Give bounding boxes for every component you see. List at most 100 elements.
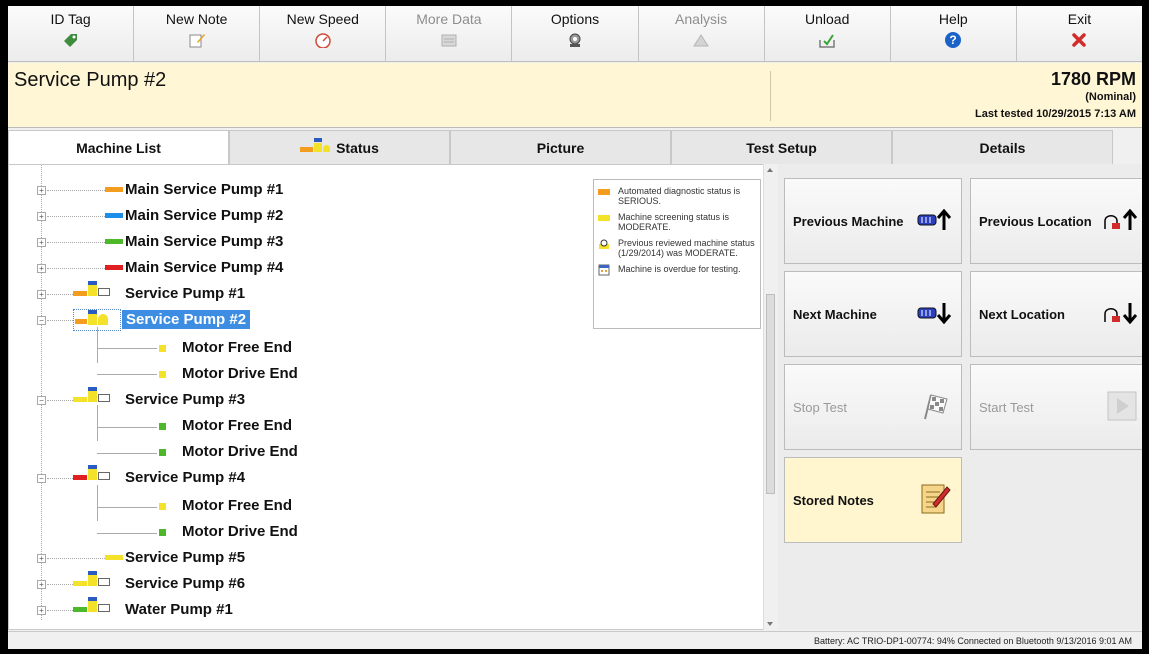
tree-item-label: Water Pump #1 bbox=[125, 601, 233, 618]
tree-branch-line bbox=[97, 485, 98, 521]
scroll-up-icon[interactable] bbox=[767, 168, 773, 172]
machine-header: Service Pump #2 1780 RPM (Nominal) Last … bbox=[8, 63, 1142, 128]
help-button[interactable]: Help ? bbox=[890, 6, 1017, 61]
previous-location-button[interactable]: Previous Location bbox=[970, 178, 1142, 264]
expand-toggle[interactable]: + bbox=[37, 264, 46, 273]
tree-connector bbox=[47, 478, 73, 479]
stored-notes-button[interactable]: Stored Notes bbox=[784, 457, 962, 543]
screening-status-icon bbox=[88, 469, 97, 480]
status-bar-icon bbox=[73, 397, 87, 402]
app-window: ID Tag New Note New Speed More Data Opti… bbox=[8, 6, 1142, 649]
tab-machine-list[interactable]: Machine List bbox=[8, 130, 229, 165]
tab-details[interactable]: Details bbox=[892, 130, 1113, 164]
status-bar-icon bbox=[105, 265, 123, 270]
last-tested: Last tested 10/29/2015 7:13 AM bbox=[974, 108, 1136, 120]
new-speed-button[interactable]: New Speed bbox=[260, 6, 387, 61]
tree-connector bbox=[47, 584, 73, 585]
clock-icon bbox=[98, 314, 108, 325]
tree-connector bbox=[47, 242, 105, 243]
legend-item: Machine is overdue for testing. bbox=[598, 264, 756, 276]
next-location-label: Next Location bbox=[979, 306, 1065, 322]
screening-status-icon bbox=[88, 314, 97, 325]
tree-branch-line bbox=[97, 427, 157, 428]
options-icon bbox=[565, 30, 585, 50]
next-machine-button[interactable]: Next Machine bbox=[784, 271, 962, 357]
stop-test-label: Stop Test bbox=[793, 399, 847, 415]
machine-title: Service Pump #2 bbox=[14, 69, 167, 91]
expand-toggle[interactable]: + bbox=[37, 290, 46, 299]
tag-icon bbox=[61, 30, 81, 50]
tree-connector bbox=[47, 610, 73, 611]
next-location-button[interactable]: Next Location bbox=[970, 271, 1142, 357]
collapse-toggle[interactable]: − bbox=[37, 474, 46, 483]
location-up-icon bbox=[1103, 209, 1137, 231]
stop-test-button[interactable]: Stop Test bbox=[784, 364, 962, 450]
status-bar-icon bbox=[105, 555, 123, 560]
status-indicator-icon bbox=[300, 138, 331, 152]
tree-connector bbox=[47, 268, 105, 269]
status-bar-icon bbox=[73, 607, 87, 612]
tab-status-label: Status bbox=[336, 139, 379, 156]
machine-tree[interactable]: + Main Service Pump #1 + Main Service Pu… bbox=[8, 164, 776, 630]
new-speed-label: New Speed bbox=[286, 11, 359, 27]
review-status-icon bbox=[98, 394, 110, 402]
help-label: Help bbox=[938, 11, 968, 27]
options-button[interactable]: Options bbox=[512, 6, 639, 61]
calendar-icon bbox=[88, 310, 97, 314]
status-bar-icon bbox=[105, 239, 123, 244]
header-divider bbox=[770, 71, 771, 121]
tab-details-label: Details bbox=[979, 139, 1026, 156]
expand-toggle[interactable]: + bbox=[37, 554, 46, 563]
expand-toggle[interactable]: + bbox=[37, 212, 46, 221]
data-icon bbox=[439, 30, 459, 50]
more-data-label: More Data bbox=[416, 11, 482, 27]
tab-picture[interactable]: Picture bbox=[450, 130, 671, 164]
collapse-toggle[interactable]: − bbox=[37, 316, 46, 325]
more-data-button[interactable]: More Data bbox=[386, 6, 513, 61]
previous-machine-button[interactable]: Previous Machine bbox=[784, 178, 962, 264]
tree-scrollbar[interactable] bbox=[763, 164, 776, 630]
analysis-button[interactable]: Analysis bbox=[638, 6, 765, 61]
expand-toggle[interactable]: + bbox=[37, 186, 46, 195]
tree-item-label: Motor Drive End bbox=[182, 365, 298, 382]
screening-status-icon bbox=[88, 285, 97, 296]
review-status-icon bbox=[98, 472, 110, 480]
exit-label: Exit bbox=[1067, 11, 1092, 27]
expand-toggle[interactable]: + bbox=[37, 238, 46, 247]
analysis-label: Analysis bbox=[675, 11, 728, 27]
moderate-swatch-icon bbox=[598, 215, 610, 221]
review-status-icon bbox=[98, 604, 110, 612]
tree-item-label: Main Service Pump #3 bbox=[125, 233, 284, 250]
legend-item: Automated diagnostic status is SERIOUS. bbox=[598, 186, 756, 206]
status-square-icon bbox=[159, 423, 166, 430]
status-bar-icon bbox=[105, 187, 123, 192]
tree-item-label: Service Pump #5 bbox=[125, 549, 246, 566]
tab-test-setup[interactable]: Test Setup bbox=[671, 130, 892, 164]
start-test-button[interactable]: Start Test bbox=[970, 364, 1142, 450]
tree-item-label: Service Pump #6 bbox=[125, 575, 246, 592]
options-label: Options bbox=[550, 11, 600, 27]
review-status-icon bbox=[98, 578, 110, 586]
collapse-toggle[interactable]: − bbox=[37, 396, 46, 405]
scroll-down-icon[interactable] bbox=[767, 622, 773, 626]
tree-branch-line bbox=[97, 327, 98, 363]
id-tag-button[interactable]: ID Tag bbox=[8, 6, 135, 61]
status-square-icon bbox=[159, 345, 166, 352]
tree-item-label: Main Service Pump #1 bbox=[125, 181, 284, 198]
unload-button[interactable]: Unload bbox=[764, 6, 891, 61]
legend-text: Machine screening status is MODERATE. bbox=[618, 212, 730, 232]
tree-item-label: Service Pump #3 bbox=[125, 391, 246, 408]
scroll-thumb[interactable] bbox=[766, 294, 775, 494]
tab-status[interactable]: Status bbox=[229, 130, 450, 164]
svg-text:?: ? bbox=[950, 33, 957, 47]
exit-button[interactable]: Exit bbox=[1016, 6, 1142, 61]
unload-label: Unload bbox=[805, 11, 850, 27]
machine-up-icon bbox=[917, 209, 951, 231]
legend-text: Previous reviewed machine status (1/29/2… bbox=[618, 238, 755, 258]
expand-toggle[interactable]: + bbox=[37, 606, 46, 615]
navigation-panel: Previous Machine Previous Location Next … bbox=[778, 164, 1142, 630]
new-note-button[interactable]: New Note bbox=[134, 6, 261, 61]
expand-toggle[interactable]: + bbox=[37, 580, 46, 589]
start-test-label: Start Test bbox=[979, 399, 1034, 415]
screening-status-icon bbox=[88, 391, 97, 402]
